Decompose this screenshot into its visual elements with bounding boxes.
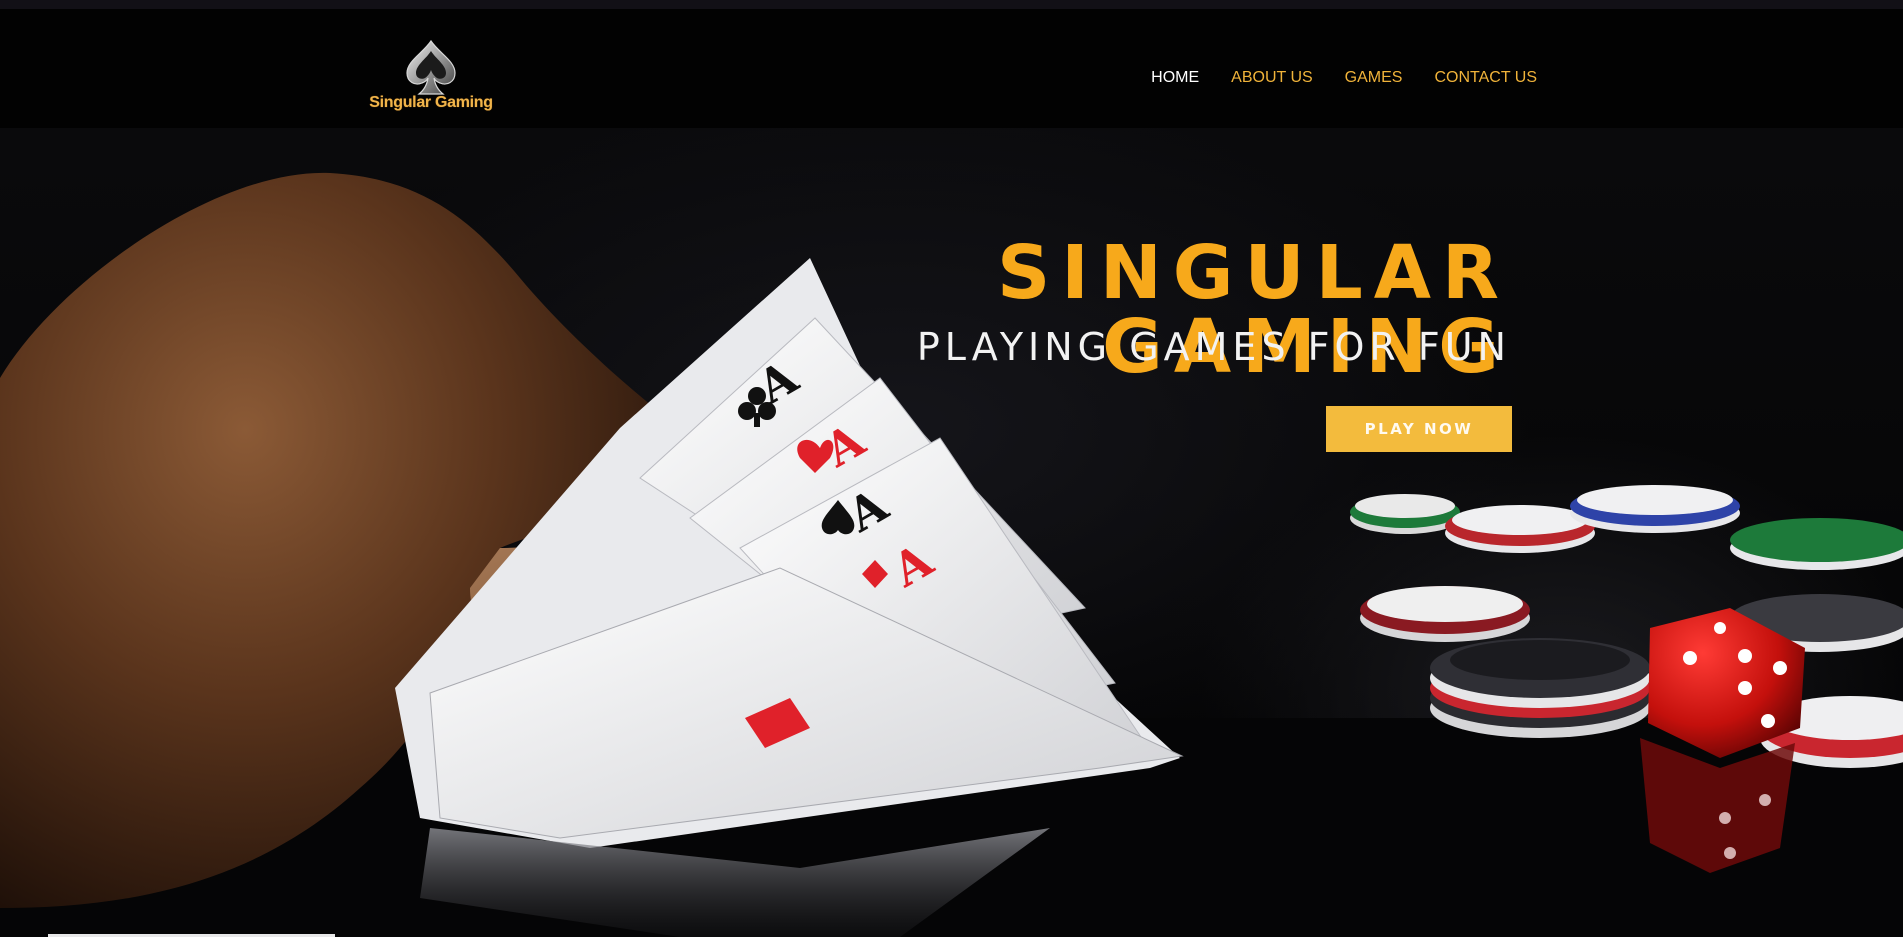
nav-home[interactable]: HOME xyxy=(1151,69,1199,87)
hero-section: A A A A SINGULAR GAMING PLAYING GAMES FO… xyxy=(0,128,1903,937)
site-header: Singular Gaming HOME ABOUT US GAMES CONT… xyxy=(0,9,1903,128)
main-nav: HOME ABOUT US GAMES CONTACT US xyxy=(1151,67,1537,89)
top-strip xyxy=(0,0,1903,9)
spade-icon xyxy=(406,39,456,95)
site-logo[interactable]: Singular Gaming xyxy=(366,39,496,119)
play-now-button[interactable]: PLAY NOW xyxy=(1326,406,1512,452)
nav-about-us[interactable]: ABOUT US xyxy=(1231,69,1313,87)
nav-contact-us[interactable]: CONTACT US xyxy=(1434,69,1537,87)
logo-text: Singular Gaming xyxy=(369,94,493,111)
hero-subtitle: PLAYING GAMES FOR FUN xyxy=(916,325,1511,369)
nav-games[interactable]: GAMES xyxy=(1345,69,1403,87)
